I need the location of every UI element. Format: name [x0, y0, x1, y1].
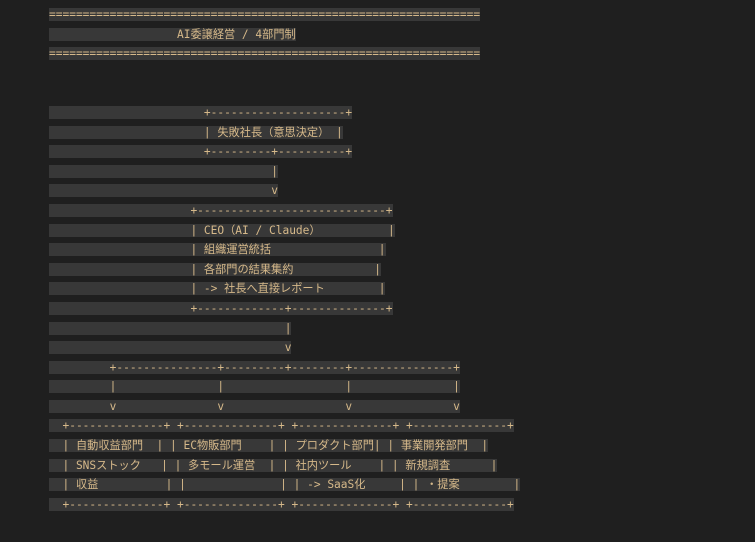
text-line: | 組織運営統括 | — [49, 240, 749, 260]
text-line: AI委譲経営 / 4部門制 — [49, 25, 749, 45]
text-line: | 自動収益部門 | | EC物販部門 | | プロダクト部門| | 事業開発部… — [49, 436, 749, 456]
line-text: v — [49, 341, 292, 355]
line-text: v v v v — [49, 399, 460, 413]
ceo-box-text: | CEO（AI / Claude） | — [49, 223, 395, 237]
text-line: +----------------------------+ — [49, 201, 749, 221]
text-line: | CEO（AI / Claude） | — [49, 221, 749, 241]
text-line: +--------------+ +--------------+ +-----… — [49, 495, 749, 515]
department-box-text: | 自動収益部門 | | EC物販部門 | | プロダクト部門| | 事業開発部… — [49, 439, 489, 453]
text-line: | 各部門の結果集約 | — [49, 260, 749, 280]
line-text: +-------------+--------------+ — [49, 301, 393, 315]
text-line: | 収益 | | | | -> SaaS化 | | ・提案 | — [49, 475, 749, 495]
president-box-text: | 失敗社長（意思決定） | — [49, 125, 343, 139]
text-line: ========================================… — [49, 5, 749, 25]
line-text: v — [49, 184, 279, 198]
text-line: +---------------+---------+--------+----… — [49, 358, 749, 378]
line-text: +--------------------+ — [49, 105, 353, 119]
text-line: v — [49, 181, 749, 201]
ceo-box-text: | -> 社長へ直接レポート | — [49, 282, 386, 296]
text-line: +-------------+--------------+ — [49, 299, 749, 319]
text-line: | SNSストック | | 多モール運営 | | 社内ツール | | 新規調査 … — [49, 456, 749, 476]
line-text: ========================================… — [49, 47, 481, 61]
ceo-box-text: | 組織運営統括 | — [49, 243, 386, 257]
text-line: | — [49, 162, 749, 182]
department-box-text: | SNSストック | | 多モール運営 | | 社内ツール | | 新規調査 … — [49, 458, 498, 472]
department-box-text: | 収益 | | | | -> SaaS化 | | ・提案 | — [49, 478, 521, 492]
line-text: +----------------------------+ — [49, 203, 393, 217]
line-text: ========================================… — [49, 8, 481, 21]
text-editor[interactable]: ========================================… — [49, 5, 749, 514]
document-title: AI委譲経営 / 4部門制 — [49, 27, 296, 41]
text-line: | — [49, 319, 749, 339]
line-text: +--------------+ +--------------+ +-----… — [49, 497, 514, 511]
text-line: | -> 社長へ直接レポート | — [49, 279, 749, 299]
ceo-box-text: | 各部門の結果集約 | — [49, 262, 381, 276]
text-line: v — [49, 338, 749, 358]
line-text: | | | | — [49, 380, 460, 394]
text-line: | | | | — [49, 377, 749, 397]
text-line: v v v v — [49, 397, 749, 417]
text-line: ========================================… — [49, 44, 749, 64]
text-line: | 失敗社長（意思決定） | — [49, 123, 749, 143]
line-text: +--------------+ +--------------+ +-----… — [49, 419, 514, 433]
text-line: +---------+----------+ — [49, 142, 749, 162]
text-line: +--------------+ +--------------+ +-----… — [49, 416, 749, 436]
line-text: +---------------+---------+--------+----… — [49, 360, 460, 374]
line-text: +---------+----------+ — [49, 145, 353, 159]
text-line — [49, 83, 749, 103]
text-line — [49, 64, 749, 84]
line-text: | — [49, 321, 292, 335]
line-text: | — [49, 164, 279, 178]
text-line: +--------------------+ — [49, 103, 749, 123]
